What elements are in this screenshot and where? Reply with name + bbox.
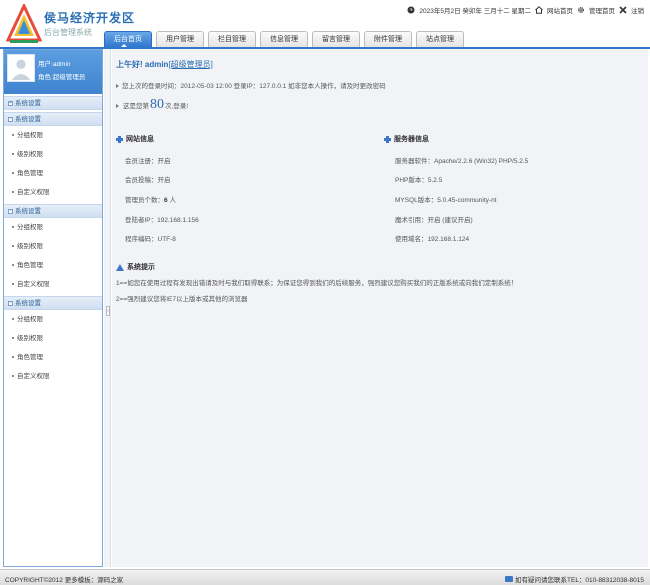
site-info-encoding: 程序编码：UTF-8 [125, 236, 176, 243]
collapse-icon: - [8, 115, 13, 122]
sidebar-menu: + 系统设置 - 系统设置 分组权限 级别权限 角色管理 自定义权限 - 系统设置 分组权限 级别权限… [4, 96, 102, 386]
user-name-line: 用户:admin [38, 58, 71, 68]
footer: COPYRIGHT©2012 更多模板：源码之家 如有疑问请您联系TEL：010… [0, 569, 650, 585]
system-tip-2: 2==强烈建议您将IE7以上版本或其他的浏览器 [116, 296, 248, 303]
user-label: 用户: [38, 61, 53, 68]
sidebar-menu-item[interactable]: 角色管理 [4, 348, 102, 367]
system-tips-title: 系统提示 [116, 262, 155, 272]
server-info-php: PHP版本：5.2.5 [395, 177, 443, 184]
copyright: COPYRIGHT©2012 更多模板：源码之家 [5, 577, 124, 584]
logo-title: 侯马经济开发区 [44, 11, 136, 25]
expand-icon: + [8, 99, 13, 106]
greeting-role-link[interactable]: [超级管理员] [168, 60, 212, 69]
menu-group-header[interactable]: + 系统设置 [4, 96, 102, 110]
sidebar-menu-item[interactable]: 自定义权限 [4, 367, 102, 386]
admin-count-unit: 人 [169, 197, 176, 204]
sidebar-menu-item[interactable]: 分组权限 [4, 218, 102, 237]
tab-6[interactable]: 站点管理 [416, 31, 464, 47]
sidebar-menu-item[interactable]: 级别权限 [4, 237, 102, 256]
chat-icon [505, 576, 514, 582]
warning-icon [116, 263, 124, 271]
server-info-software: 服务器软件：Apache/2.2.6 (Win32) PHP/5.2.5 [395, 158, 529, 165]
menu-group-title: 系统设置 [15, 115, 41, 123]
menu-group-header[interactable]: - 系统设置 [4, 296, 102, 310]
system-tips-title-text: 系统提示 [127, 264, 155, 271]
tab-0[interactable]: 后台首页 [104, 31, 152, 47]
collapse-icon: - [8, 207, 13, 214]
collapse-icon: - [8, 299, 13, 306]
date-text: 2023年5月2日 癸卯年 三月十二 星期二 [419, 8, 531, 15]
sidebar-menu-item[interactable]: 分组权限 [4, 126, 102, 145]
menu-group-title: 系统设置 [15, 99, 41, 107]
user-role-line: 角色:超级管理员 [38, 71, 85, 81]
sidebar-menu-item[interactable]: 自定义权限 [4, 275, 102, 294]
menu-group-title: 系统设置 [15, 299, 41, 307]
server-info-mysql: MYSQL版本：5.0.45-community-nt [395, 197, 497, 204]
top-info-bar: 2023年5月2日 癸卯年 三月十二 星期二 网站首页 管理首页 注销 [407, 4, 644, 16]
site-info-title-text: 网站信息 [126, 136, 154, 143]
visit-suffix: 次,登录! [165, 103, 189, 110]
sidebar-menu-item[interactable]: 级别权限 [4, 145, 102, 164]
server-info-domain: 使用域名：192.168.1.124 [395, 236, 470, 243]
sidebar: 用户:admin 角色:超级管理员 + 系统设置 - 系统设置 分组权限 级别权限 角色管理… [3, 49, 103, 567]
system-tip-1: 1==如您在使用过程有发现出错请及时与我们取得联系；为保证您得到我们的后续服务，… [116, 280, 518, 287]
logout-link[interactable]: 注销 [631, 5, 644, 15]
server-info-magic-quotes: 魔术引用：开启 (建议开启) [395, 217, 473, 224]
admin-count-value: 6 [164, 197, 168, 204]
last-login-text: 您上次的登录时间：2012-05-03 12:00 登录IP：127.0.0.1… [122, 83, 386, 90]
contact-text: 如有疑问请您联系TEL：010-88312038-8015 [515, 577, 644, 584]
avatar [7, 54, 35, 82]
tab-1[interactable]: 用户管理 [156, 31, 204, 47]
server-info-title-text: 服务器信息 [394, 136, 429, 143]
menu-group-title: 系统设置 [15, 207, 41, 215]
sidebar-menu-item[interactable]: 自定义权限 [4, 183, 102, 202]
gear-icon [578, 7, 584, 13]
visit-count-info: 这是您第 80 次,登录! [116, 97, 188, 113]
sidebar-menu-item[interactable]: 级别权限 [4, 329, 102, 348]
sidebar-menu-item[interactable]: 分组权限 [4, 310, 102, 329]
site-home-link[interactable]: 网站首页 [547, 5, 573, 15]
logo-icon [6, 4, 42, 43]
menu-group-header[interactable]: - 系统设置 [4, 204, 102, 218]
tab-3[interactable]: 信息管理 [260, 31, 308, 47]
admin-count-label: 管理员个数： [125, 197, 164, 204]
home-icon [535, 6, 543, 14]
close-icon [619, 6, 627, 14]
main-nav: 后台首页 用户管理 栏目管理 信息管理 留言管理 附件管理 站点管理 [104, 31, 464, 47]
role-name: 超级管理员 [52, 74, 86, 81]
user-panel: 用户:admin 角色:超级管理员 [4, 50, 102, 94]
role-label: 角色: [38, 74, 53, 81]
menu-group-header[interactable]: - 系统设置 [4, 112, 102, 126]
clock-icon [407, 6, 415, 14]
server-info-title: 服务器信息 [384, 134, 429, 144]
greeting-text: 上午好! admin [116, 60, 169, 69]
visit-prefix: 这是您第 [123, 103, 149, 110]
site-info-ip: 登陆者IP：192.168.1.156 [125, 217, 199, 224]
main-content: 上午好! admin[超级管理员] 您上次的登录时间：2012-05-03 12… [112, 49, 648, 567]
site-info-title: 网站信息 [116, 134, 154, 144]
site-info-submit: 会员投稿：开启 [125, 177, 171, 184]
logo-subtitle: 后台管理系统 [44, 28, 92, 37]
sidebar-menu-item[interactable]: 角色管理 [4, 164, 102, 183]
greeting: 上午好! admin[超级管理员] [116, 59, 213, 70]
tab-2[interactable]: 栏目管理 [208, 31, 256, 47]
last-login-info: 您上次的登录时间：2012-05-03 12:00 登录IP：127.0.0.1… [116, 80, 386, 90]
tab-4[interactable]: 留言管理 [312, 31, 360, 47]
visit-count: 80 [150, 97, 164, 112]
bullet-icon [116, 104, 119, 108]
user-name: admin [52, 61, 71, 68]
collapse-sidebar-handle[interactable]: ‹ [106, 306, 110, 316]
site-info-admin-count: 管理员个数：6 人 [125, 194, 176, 204]
plus-icon [384, 135, 391, 143]
admin-home-link[interactable]: 管理首页 [589, 5, 615, 15]
site-info-register: 会员注册：开启 [125, 158, 171, 165]
plus-icon [116, 135, 123, 143]
tab-5[interactable]: 附件管理 [364, 31, 412, 47]
sidebar-menu-item[interactable]: 角色管理 [4, 256, 102, 275]
bullet-icon [116, 84, 119, 89]
contact-info: 如有疑问请您联系TEL：010-88312038-8015 [505, 574, 644, 584]
